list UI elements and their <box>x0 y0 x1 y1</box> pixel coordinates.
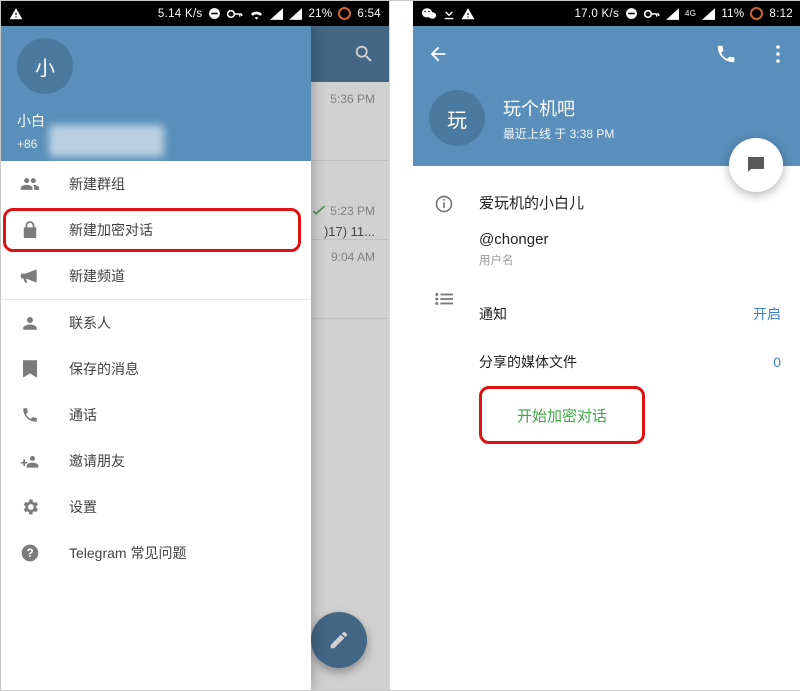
nav-drawer: 小 小白 +86 新建群组 新建加密对话 新建频道 联系人 保存的消息 <box>1 26 311 690</box>
signal-icon-2 <box>702 8 715 20</box>
download-icon <box>443 7 455 20</box>
status-speed: 17.0 K/s <box>574 8 619 20</box>
drawer-settings[interactable]: 设置 <box>1 484 311 530</box>
highlight-annotation: 开始加密对话 <box>479 386 645 444</box>
settings-row: 通知 开启 分享的媒体文件 0 <box>433 290 781 386</box>
username-caption: 用户名 <box>479 252 781 268</box>
info-icon <box>433 192 455 214</box>
svg-text:?: ? <box>26 547 33 560</box>
profile-header: 玩 玩个机吧 最近上线 于 3:38 PM <box>413 26 800 166</box>
check-icon <box>312 206 326 216</box>
help-icon: ? <box>19 543 41 563</box>
battery-ring-icon <box>338 7 351 20</box>
drawer-faq[interactable]: ? Telegram 常见问题 <box>1 530 311 576</box>
drawer-contacts[interactable]: 联系人 <box>1 300 311 346</box>
call-icon[interactable] <box>715 43 737 65</box>
drawer-header[interactable]: 小 小白 +86 <box>1 26 311 161</box>
drawer-saved[interactable]: 保存的消息 <box>1 346 311 392</box>
more-icon[interactable] <box>769 43 787 65</box>
status-speed: 5.14 K/s <box>158 8 203 20</box>
drawer-phone: +86 <box>17 137 37 151</box>
profile-username[interactable]: @chonger <box>479 231 781 248</box>
profile-name: 玩个机吧 <box>503 95 614 121</box>
status-battery: 11% <box>721 8 744 20</box>
lock-icon <box>19 220 41 240</box>
pencil-icon <box>328 629 350 651</box>
dnd-icon <box>625 7 638 20</box>
drawer-new-secret-chat[interactable]: 新建加密对话 <box>1 207 311 253</box>
key-icon <box>644 9 660 19</box>
profile-last-seen: 最近上线 于 3:38 PM <box>503 125 614 142</box>
back-icon[interactable] <box>427 43 449 65</box>
chat-icon <box>744 153 768 177</box>
status-bar: 5.14 K/s 21% 6:54 <box>1 1 389 26</box>
drawer-invite[interactable]: 邀请朋友 <box>1 438 311 484</box>
bookmark-icon <box>19 360 41 378</box>
invite-icon <box>19 453 41 469</box>
status-battery: 21% <box>308 8 332 20</box>
notifications-row[interactable]: 通知 开启 <box>479 290 781 338</box>
megaphone-icon <box>19 267 41 285</box>
status-time: 8:12 <box>769 8 793 20</box>
profile-bio: 爱玩机的小白儿 <box>479 192 781 213</box>
notifications-value: 开启 <box>753 304 781 324</box>
drawer-calls[interactable]: 通话 <box>1 392 311 438</box>
signal-icon-2 <box>289 8 302 20</box>
info-row: 爱玩机的小白儿 @chonger 用户名 <box>433 192 781 268</box>
start-secret-chat[interactable]: 开始加密对话 <box>517 391 607 439</box>
compose-fab[interactable] <box>311 612 367 668</box>
contact-icon <box>19 314 41 332</box>
key-icon <box>227 9 243 19</box>
phone-left: 5.14 K/s 21% 6:54 5:36 PM 5:23 PM )17) 1… <box>1 1 390 690</box>
shared-media-row[interactable]: 分享的媒体文件 0 <box>479 338 781 386</box>
list-icon <box>433 290 455 306</box>
message-fab[interactable] <box>729 138 783 192</box>
signal-icon <box>270 8 283 20</box>
wifi-icon <box>249 8 264 20</box>
warning-icon <box>9 7 23 21</box>
shared-media-count: 0 <box>773 354 781 370</box>
status-bar: 17.0 K/s 4G 11% 8:12 <box>413 1 800 26</box>
wechat-icon <box>421 7 437 20</box>
status-net: 4G <box>685 9 696 18</box>
phone-right: 17.0 K/s 4G 11% 8:12 玩 玩个机吧 最近上线 于 3:38 … <box>413 1 800 690</box>
search-icon[interactable] <box>353 43 375 65</box>
battery-ring-icon <box>750 7 763 20</box>
phone-icon <box>19 406 41 424</box>
profile-avatar[interactable]: 玩 <box>429 90 485 146</box>
drawer-avatar: 小 <box>17 38 73 94</box>
settings-icon <box>19 497 41 517</box>
warning-icon <box>461 7 475 21</box>
drawer-new-channel[interactable]: 新建频道 <box>1 253 311 300</box>
drawer-username: 小白 <box>17 111 45 131</box>
signal-icon <box>666 8 679 20</box>
status-time: 6:54 <box>357 8 381 20</box>
group-icon <box>19 176 41 192</box>
drawer-new-group[interactable]: 新建群组 <box>1 161 311 207</box>
dnd-icon <box>208 7 221 20</box>
